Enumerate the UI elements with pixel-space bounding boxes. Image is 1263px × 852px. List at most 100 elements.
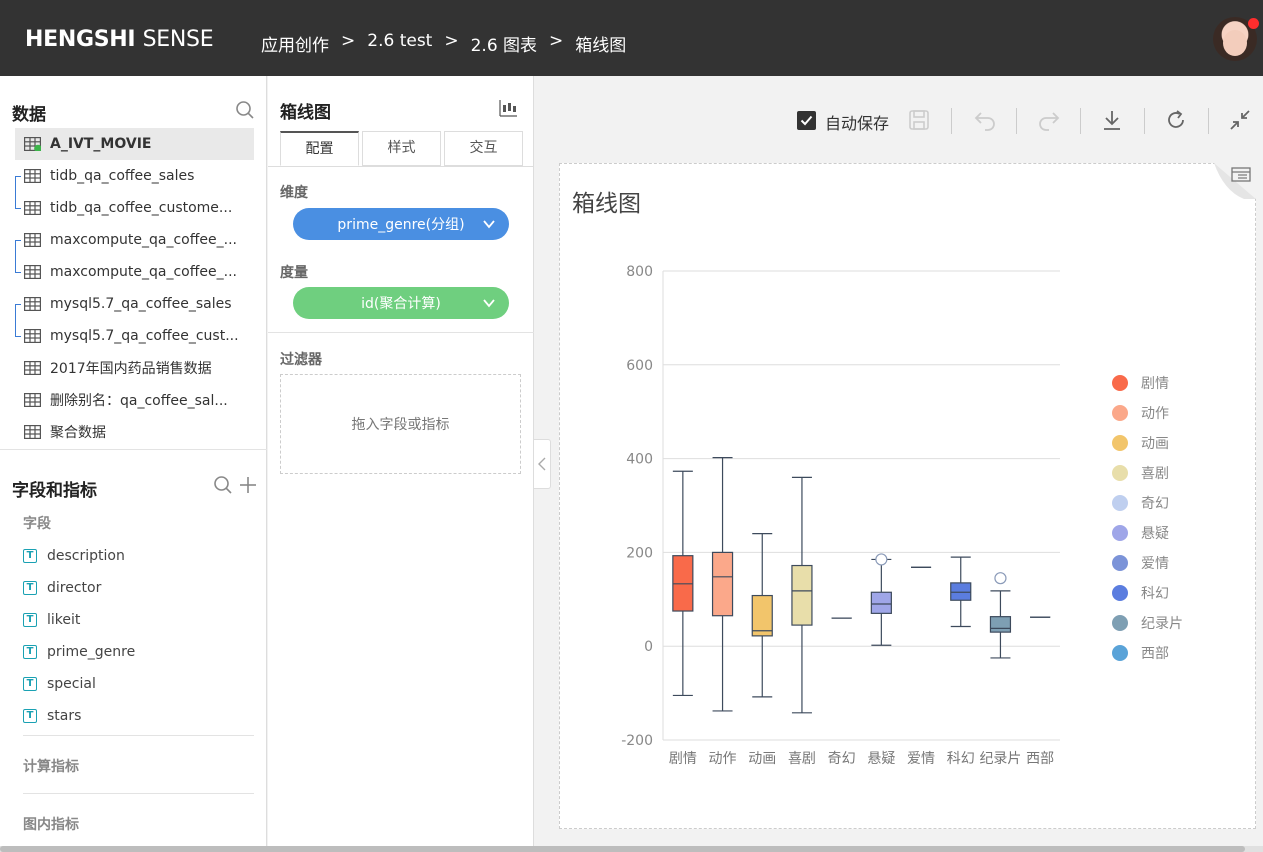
brand-logo[interactable]: HENGSHI SENSE: [25, 27, 214, 52]
dataset-item[interactable]: 删除别名：qa_coffee_sal...: [15, 384, 254, 416]
dataset-item[interactable]: tidb_qa_coffee_sales: [15, 160, 254, 192]
breadcrumb-item-app-create[interactable]: 应用创作: [261, 31, 329, 56]
y-tick-label: 400: [626, 452, 653, 468]
notification-dot: [1248, 18, 1259, 29]
download-icon[interactable]: [1101, 109, 1123, 131]
legend-label: 悬疑: [1141, 526, 1169, 542]
filter-drop-zone[interactable]: 拖入字段或指标: [280, 374, 521, 474]
x-tick-label: 爱情: [907, 751, 935, 767]
x-tick-label: 剧情: [669, 751, 697, 767]
chart-title: 箱线图: [572, 191, 641, 217]
x-tick-label: 动画: [748, 751, 776, 767]
legend-swatch: [1112, 615, 1128, 631]
avatar-face: [1223, 30, 1247, 56]
legend-swatch: [1112, 495, 1128, 511]
legend-label: 西部: [1141, 646, 1169, 662]
breadcrumb-item-app[interactable]: 2.6 test: [367, 31, 432, 56]
card-corner-fold[interactable]: [1214, 163, 1256, 199]
text-field-icon: T: [23, 549, 37, 563]
legend-swatch: [1112, 375, 1128, 391]
field-label: likeit: [47, 612, 81, 628]
legend-label: 动作: [1141, 406, 1169, 422]
dataset-item[interactable]: 聚合数据: [15, 416, 254, 448]
brand-bold: HENGSHI: [25, 27, 136, 52]
y-tick-label: 200: [626, 545, 653, 561]
dataset-label: tidb_qa_coffee_custome...: [50, 200, 233, 216]
breadcrumb-item-current: 箱线图: [575, 36, 627, 56]
legend-label: 纪录片: [1141, 616, 1183, 632]
box-body: [950, 582, 972, 601]
field-item[interactable]: Tlikeit: [23, 610, 80, 630]
dimension-field-pill[interactable]: prime_genre(分组): [293, 208, 509, 240]
box-body: [711, 551, 734, 617]
dataset-item[interactable]: mysql5.7_qa_coffee_sales: [15, 288, 254, 320]
data-section-title: 数据: [12, 105, 46, 125]
text-field-icon: T: [23, 613, 37, 627]
table-icon: [24, 169, 41, 183]
horizontal-scrollbar-thumb[interactable]: [0, 846, 1245, 852]
tab-interaction[interactable]: 交互: [444, 131, 523, 166]
toolbar-separator: [1208, 108, 1209, 134]
field-item[interactable]: Tstars: [23, 706, 81, 726]
x-tick-label: 纪录片: [979, 751, 1021, 767]
y-tick-label: -200: [621, 733, 653, 749]
dataset-item[interactable]: tidb_qa_coffee_custome...: [15, 192, 254, 224]
boxplot-chart-icon[interactable]: [498, 98, 518, 118]
table-icon: [24, 393, 41, 407]
boxplot-chart[interactable]: -2000200400600800剧情 动作 动画 喜剧 奇幻 悬疑 爱情 科幻 纪录片 西部剧情…: [560, 240, 1255, 800]
undo-icon[interactable]: [973, 109, 997, 131]
dataset-item[interactable]: maxcompute_qa_coffee_...: [15, 256, 254, 288]
field-item[interactable]: Tprime_genre: [23, 642, 135, 662]
config-panel: 箱线图 配置 样式 交互 维度 prime_genre(分组) 度量 id(聚合…: [268, 76, 534, 852]
dataset-item[interactable]: maxcompute_qa_coffee_...: [15, 224, 254, 256]
field-label: description: [47, 548, 125, 564]
add-icon[interactable]: [238, 475, 258, 495]
measure-field-pill[interactable]: id(聚合计算): [293, 287, 509, 319]
chart-metrics-label[interactable]: 图内指标: [23, 814, 79, 834]
dataset-item[interactable]: A_IVT_MOVIE: [15, 128, 254, 160]
y-tick-label: 800: [626, 264, 653, 280]
table-icon: [24, 233, 41, 247]
dataset-item[interactable]: 2017年国内药品销售数据: [15, 352, 254, 384]
tab-style[interactable]: 样式: [362, 131, 441, 166]
field-item[interactable]: Tdescription: [23, 546, 125, 566]
text-field-icon: T: [23, 581, 37, 595]
config-tabs: 配置 样式 交互: [280, 131, 526, 166]
search-icon[interactable]: [235, 100, 255, 120]
legend-swatch: [1112, 645, 1128, 661]
dimension-label: 维度: [280, 185, 308, 201]
dataset-label: mysql5.7_qa_coffee_cust...: [50, 328, 239, 344]
breadcrumb-item-dashboard[interactable]: 2.6 图表: [471, 31, 537, 56]
box-body: [751, 594, 773, 637]
chevron-down-icon[interactable]: [482, 217, 496, 231]
brand-light: SENSE: [142, 27, 214, 52]
save-icon[interactable]: [908, 109, 930, 131]
refresh-icon[interactable]: [1165, 109, 1187, 131]
chevron-down-icon[interactable]: [482, 296, 496, 310]
text-field-icon: T: [23, 677, 37, 691]
field-item[interactable]: Tdirector: [23, 578, 101, 598]
field-label: special: [47, 676, 96, 692]
table-icon: [24, 329, 41, 343]
legend-swatch: [1112, 585, 1128, 601]
collapse-panel-button[interactable]: [534, 439, 551, 489]
toolbar-separator: [1016, 108, 1017, 134]
dataset-label: tidb_qa_coffee_sales: [50, 168, 195, 184]
box-body: [791, 564, 813, 626]
redo-icon[interactable]: [1037, 109, 1061, 131]
user-avatar[interactable]: [1213, 17, 1259, 61]
dataset-item[interactable]: mysql5.7_qa_coffee_cust...: [15, 320, 254, 352]
autosave-label[interactable]: 自动保存: [825, 110, 889, 134]
calc-metrics-label[interactable]: 计算指标: [23, 756, 79, 776]
exit-fullscreen-icon[interactable]: [1229, 109, 1251, 131]
fields-section-title: 字段和指标: [12, 481, 97, 501]
data-sidebar: 数据 字段和指标 字段 计算指标 图内指标 A_IVT_MOVIE tidb_qa…: [0, 76, 267, 852]
search-icon[interactable]: [213, 475, 233, 495]
tab-config[interactable]: 配置: [280, 131, 359, 166]
text-field-icon: T: [23, 709, 37, 723]
field-item[interactable]: Tspecial: [23, 674, 96, 694]
toolbar-separator: [951, 108, 952, 134]
autosave-checkbox[interactable]: [797, 111, 816, 130]
dataset-label: 删除别名：qa_coffee_sal...: [50, 393, 228, 409]
section-divider: [23, 793, 254, 794]
